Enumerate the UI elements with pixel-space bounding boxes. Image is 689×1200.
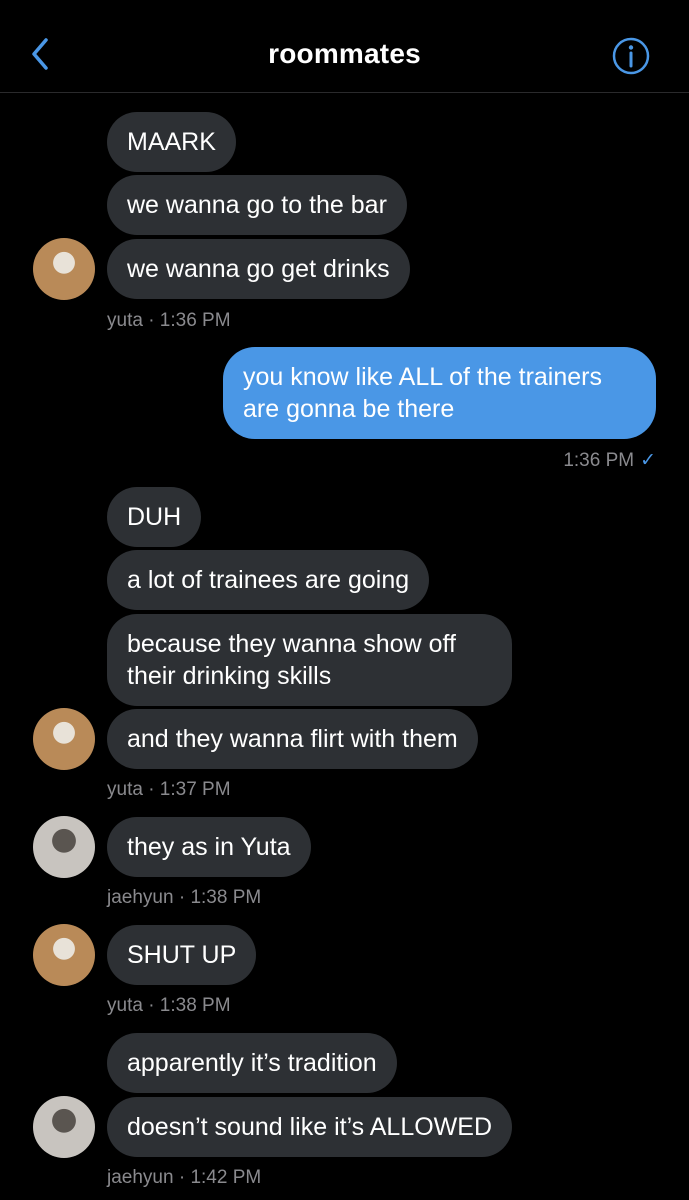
chat-header: roommates bbox=[0, 0, 689, 93]
message-meta: jaehyun · 1:38 PM bbox=[107, 887, 262, 908]
message-bubble[interactable]: DUH bbox=[107, 487, 202, 547]
message-bubble[interactable]: they as in Yuta bbox=[107, 817, 311, 877]
message-bubble[interactable]: MAARK bbox=[107, 112, 236, 172]
message-bubble[interactable]: apparently it’s tradition bbox=[107, 1033, 397, 1093]
info-button[interactable] bbox=[611, 36, 651, 76]
message-meta: yuta · 1:36 PM bbox=[107, 310, 231, 331]
avatar-yuta[interactable] bbox=[33, 708, 95, 770]
message-meta: jaehyun · 1:42 PM bbox=[107, 1167, 262, 1188]
avatar-yuta[interactable] bbox=[33, 924, 95, 986]
message-bubble[interactable]: we wanna go to the bar bbox=[107, 175, 407, 235]
message-meta-outgoing: 1:36 PM ✓ bbox=[563, 449, 656, 472]
message-time: 1:36 PM bbox=[563, 450, 635, 471]
message-meta: yuta · 1:37 PM bbox=[107, 779, 231, 800]
message-bubble[interactable]: we wanna go get drinks bbox=[107, 239, 410, 299]
avatar-yuta[interactable] bbox=[33, 238, 95, 300]
message-bubble[interactable]: and they wanna flirt with them bbox=[107, 709, 478, 769]
message-bubble[interactable]: doesn’t sound like it’s ALLOWED bbox=[107, 1097, 513, 1157]
delivered-check-icon: ✓ bbox=[640, 450, 656, 471]
info-circle-icon bbox=[612, 37, 650, 75]
chat-title: roommates bbox=[268, 38, 421, 69]
message-bubble[interactable]: because they wanna show off their drinki… bbox=[107, 614, 512, 706]
message-meta: yuta · 1:38 PM bbox=[107, 995, 231, 1016]
message-bubble[interactable]: SHUT UP bbox=[107, 925, 257, 985]
message-bubble[interactable]: a lot of trainees are going bbox=[107, 550, 430, 610]
message-bubble-outgoing[interactable]: you know like ALL of the trainers are go… bbox=[223, 347, 656, 439]
avatar-jaehyun[interactable] bbox=[33, 816, 95, 878]
avatar-jaehyun[interactable] bbox=[33, 1096, 95, 1158]
